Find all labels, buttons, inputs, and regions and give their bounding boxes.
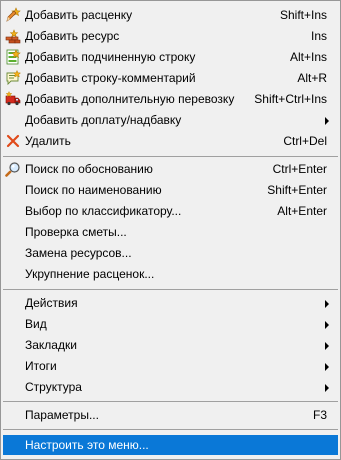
menu-item-shortcut: Shift+Enter: [267, 183, 327, 197]
menu-item-classifier[interactable]: Выбор по классификатору... Alt+Enter: [3, 201, 338, 222]
menu-item-label: Удалить: [25, 134, 71, 148]
menu-item-add-resource[interactable]: Добавить ресурс Ins: [3, 26, 338, 47]
menu-item-label: Действия: [25, 296, 78, 310]
menu-item-bookmarks[interactable]: Закладки: [3, 335, 338, 356]
menu-item-add-surcharge[interactable]: Добавить доплату/надбавку: [3, 110, 338, 131]
menu-item-add-transport[interactable]: Добавить дополнительную перевозку Shift+…: [3, 89, 338, 110]
context-menu: Добавить расценку Shift+Ins Добавить рес…: [0, 0, 341, 460]
magnifier-icon: [5, 161, 21, 177]
menu-item-shortcut: Ins: [310, 29, 327, 43]
menu-item-label: Добавить дополнительную перевозку: [25, 92, 235, 106]
menu-item-replace-resources[interactable]: Замена ресурсов...: [3, 243, 338, 264]
menu-separator: [3, 401, 338, 402]
menu-item-totals[interactable]: Итоги: [3, 356, 338, 377]
menu-item-label: Итоги: [25, 359, 57, 373]
comment-bubble-icon: [5, 70, 21, 86]
submenu-arrow-icon: [325, 342, 329, 350]
menu-item-search-name[interactable]: Поиск по наименованию Shift+Enter: [3, 180, 338, 201]
submenu-arrow-icon: [325, 117, 329, 125]
menu-item-parameters[interactable]: Параметры... F3: [3, 405, 338, 426]
menu-item-check-estimate[interactable]: Проверка сметы...: [3, 222, 338, 243]
menu-item-label: Проверка сметы...: [25, 225, 127, 239]
menu-item-label: Укрупнение расценок...: [25, 267, 155, 281]
menu-item-label: Параметры...: [25, 408, 99, 422]
menu-item-label: Вид: [25, 317, 47, 331]
submenu-arrow-icon: [325, 300, 329, 308]
menu-separator: [3, 429, 338, 430]
menu-item-shortcut: Alt+Ins: [289, 50, 327, 64]
pencil-star-icon: [5, 7, 21, 23]
menu-item-shortcut: Ctrl+Del: [283, 134, 327, 148]
menu-item-view[interactable]: Вид: [3, 314, 338, 335]
menu-item-actions[interactable]: Действия: [3, 293, 338, 314]
menu-item-delete[interactable]: Удалить Ctrl+Del: [3, 131, 338, 152]
menu-item-label: Добавить подчиненную строку: [25, 50, 196, 64]
menu-item-label: Замена ресурсов...: [25, 246, 132, 260]
menu-item-label: Добавить доплату/надбавку: [25, 113, 182, 127]
menu-item-customize-menu[interactable]: Настроить это меню...: [3, 435, 338, 455]
red-x-icon: [5, 133, 21, 149]
menu-item-label: Добавить ресурс: [25, 29, 120, 43]
menu-item-label: Добавить строку-комментарий: [25, 71, 196, 85]
menu-item-label: Поиск по наименованию: [25, 183, 162, 197]
menu-item-label: Выбор по классификатору...: [25, 204, 182, 218]
menu-item-add-subrow[interactable]: Добавить подчиненную строку Alt+Ins: [3, 47, 338, 68]
menu-item-shortcut: Shift+Ins: [279, 8, 327, 22]
red-truck-icon: [5, 91, 21, 107]
submenu-arrow-icon: [325, 384, 329, 392]
menu-item-label: Поиск по обоснованию: [25, 162, 153, 176]
menu-item-structure[interactable]: Структура: [3, 377, 338, 398]
menu-item-shortcut: F3: [312, 408, 327, 422]
menu-item-add-comment[interactable]: Добавить строку-комментарий Alt+R: [3, 68, 338, 89]
menu-item-shortcut: Shift+Ctrl+Ins: [254, 92, 327, 106]
menu-item-add-rate[interactable]: Добавить расценку Shift+Ins: [3, 5, 338, 26]
submenu-arrow-icon: [325, 321, 329, 329]
submenu-arrow-icon: [325, 363, 329, 371]
bricks-icon: [5, 28, 21, 44]
menu-separator: [3, 156, 338, 157]
menu-item-shortcut: Alt+Enter: [277, 204, 327, 218]
menu-item-label: Добавить расценку: [25, 8, 133, 22]
menu-item-search-justification[interactable]: Поиск по обоснованию Ctrl+Enter: [3, 159, 338, 180]
menu-item-label: Настроить это меню...: [25, 438, 149, 452]
menu-separator: [3, 289, 338, 290]
menu-item-label: Структура: [25, 380, 82, 394]
menu-item-shortcut: Ctrl+Enter: [272, 162, 327, 176]
menu-item-label: Закладки: [25, 338, 77, 352]
menu-item-consolidate-rates[interactable]: Укрупнение расценок...: [3, 264, 338, 285]
menu-item-shortcut: Alt+R: [297, 71, 327, 85]
green-list-icon: [5, 49, 21, 65]
